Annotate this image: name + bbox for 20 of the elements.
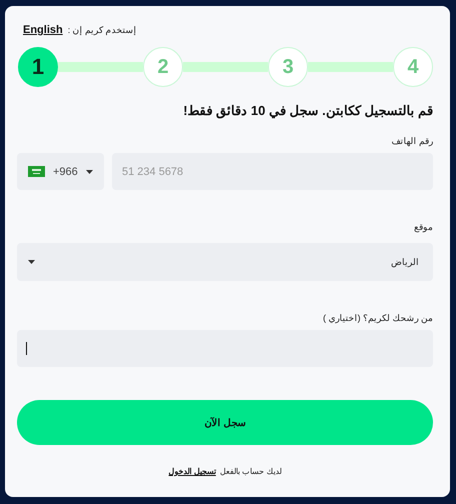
step-circle: 3 (268, 47, 308, 87)
step-circle: 2 (143, 47, 183, 87)
headline: قم بالتسجيل ككابتن. سجل في 10 دقائق فقط! (182, 103, 433, 118)
language-prompt: إستخدم كريم إن : (68, 25, 137, 35)
caret-icon (86, 170, 93, 174)
flag-icon (28, 166, 45, 177)
footer-text: لديك حساب بالفعل (220, 467, 282, 476)
step-circle: 1 (18, 47, 58, 87)
language-link[interactable]: English (23, 24, 63, 36)
field-label: من رشحك لكريم؟ (اختياري ) (322, 313, 433, 323)
login-link[interactable]: تسجيل الدخول (168, 467, 216, 476)
location-select[interactable]: الرياض (17, 243, 433, 281)
field-label: رقم الهاتف (390, 136, 433, 146)
referral-input[interactable] (17, 330, 433, 367)
caret-icon (28, 260, 35, 264)
phone-input[interactable]: 51 234 5678 (112, 153, 433, 190)
field-label: موقع (413, 222, 433, 232)
step-circle: 4 (393, 47, 433, 87)
register-button[interactable]: سجل الآن (17, 400, 433, 445)
country-select[interactable]: +966 (17, 153, 104, 190)
